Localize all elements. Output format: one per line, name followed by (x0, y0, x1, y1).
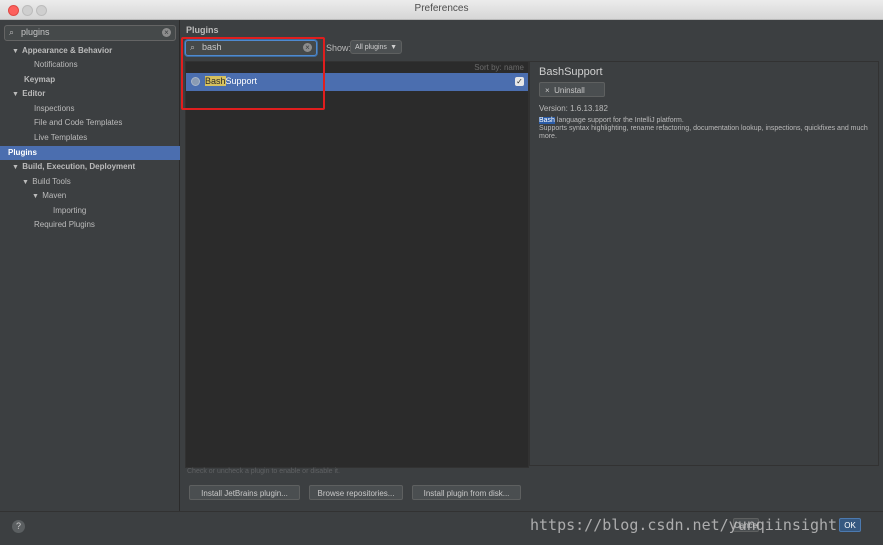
install-from-disk-button[interactable]: Install plugin from disk... (412, 485, 521, 500)
expand-arrow-icon[interactable]: ▼ (12, 45, 20, 59)
settings-sidebar: ⌕ plugins × ▼ Appearance & Behavior Noti… (0, 20, 225, 511)
tree-item-keymap[interactable]: Keymap (0, 73, 203, 87)
preferences-window: Preferences ⌕ plugins × ▼ Appearance & B… (0, 0, 883, 545)
plugin-details-pane: BashSupport × Uninstall Version: 1.6.13.… (529, 61, 879, 466)
tree-item-build-tools[interactable]: ▼ Build Tools (0, 175, 201, 189)
tree-item-label: Build, Execution, Deployment (22, 162, 136, 171)
plugin-list[interactable]: Sort by: name BashSupport ✓ (185, 61, 529, 468)
uninstall-label: Uninstall (554, 86, 585, 95)
plugin-detail-name: BashSupport (539, 66, 603, 78)
tree-item-label: Keymap (24, 75, 56, 84)
annotation-highlight-box (181, 37, 325, 110)
tree-item-build-execution-deployment[interactable]: ▼ Build, Execution, Deployment (0, 160, 191, 174)
help-button[interactable]: ? (12, 520, 25, 533)
tree-item-label: Plugins (8, 148, 37, 157)
plugin-enabled-checkbox[interactable]: ✓ (515, 77, 524, 86)
uninstall-icon: × (545, 86, 550, 95)
tree-item-label: Appearance & Behavior (21, 46, 113, 55)
window-title: Preferences (414, 3, 469, 14)
install-jetbrains-plugin-button[interactable]: Install JetBrains plugin... (189, 485, 300, 500)
expand-arrow-icon[interactable]: ▼ (22, 176, 30, 190)
uninstall-button[interactable]: × Uninstall (539, 82, 605, 97)
page-title: Plugins (186, 25, 219, 35)
show-filter-label: Show: (326, 43, 352, 53)
tree-item-label: Importing (53, 206, 87, 215)
tree-item-label: File and Code Templates (34, 118, 123, 127)
plugins-panel: Plugins ⌕ bash × Show: All plugins ▼ Sor… (180, 20, 883, 511)
settings-search-input[interactable]: ⌕ plugins × (4, 25, 176, 41)
tree-item-label: Notifications (34, 60, 78, 69)
expand-arrow-icon[interactable]: ▼ (12, 88, 20, 102)
description-highlight: Bash (539, 117, 555, 124)
tree-item-appearance-behavior[interactable]: ▼ Appearance & Behavior (0, 44, 191, 58)
chevron-down-icon: ▼ (390, 44, 397, 51)
plugin-description: Bash language support for the IntelliJ p… (539, 117, 874, 141)
sort-by-dropdown[interactable]: Sort by: name (474, 63, 524, 72)
clear-search-icon[interactable]: × (162, 28, 171, 37)
tree-item-label: Inspections (34, 104, 75, 113)
tree-item-editor[interactable]: ▼ Editor (0, 87, 191, 101)
plugin-hint-text: Check or uncheck a plugin to enable or d… (187, 468, 340, 475)
show-filter-dropdown[interactable]: All plugins ▼ (350, 40, 402, 54)
tree-item-label: Live Templates (34, 133, 88, 142)
expand-arrow-icon[interactable]: ▼ (32, 190, 40, 204)
tree-item-label: Maven (42, 191, 67, 200)
settings-search-value: plugins (21, 27, 50, 37)
show-filter-value: All plugins (355, 44, 387, 51)
title-bar: Preferences (0, 0, 883, 20)
description-line-1: language support for the IntelliJ platfo… (554, 117, 684, 124)
browse-repositories-button[interactable]: Browse repositories... (309, 485, 403, 500)
tree-item-label: Required Plugins (34, 220, 95, 229)
description-line-2: Supports syntax highlighting, rename ref… (539, 125, 868, 140)
ok-button[interactable]: OK (839, 518, 861, 532)
plugin-version: Version: 1.6.13.182 (539, 104, 608, 113)
tree-item-plugins[interactable]: Plugins (0, 146, 187, 160)
search-icon: ⌕ (9, 27, 15, 37)
tree-item-label: Editor (22, 89, 46, 98)
expand-arrow-icon[interactable]: ▼ (12, 161, 20, 175)
watermark-url: https://blog.csdn.net/yunqiinsight (530, 516, 838, 534)
dialog-footer: ? Cancel OK https://blog.csdn.net/yunqii… (0, 511, 883, 545)
tree-item-label: Build Tools (32, 177, 71, 186)
